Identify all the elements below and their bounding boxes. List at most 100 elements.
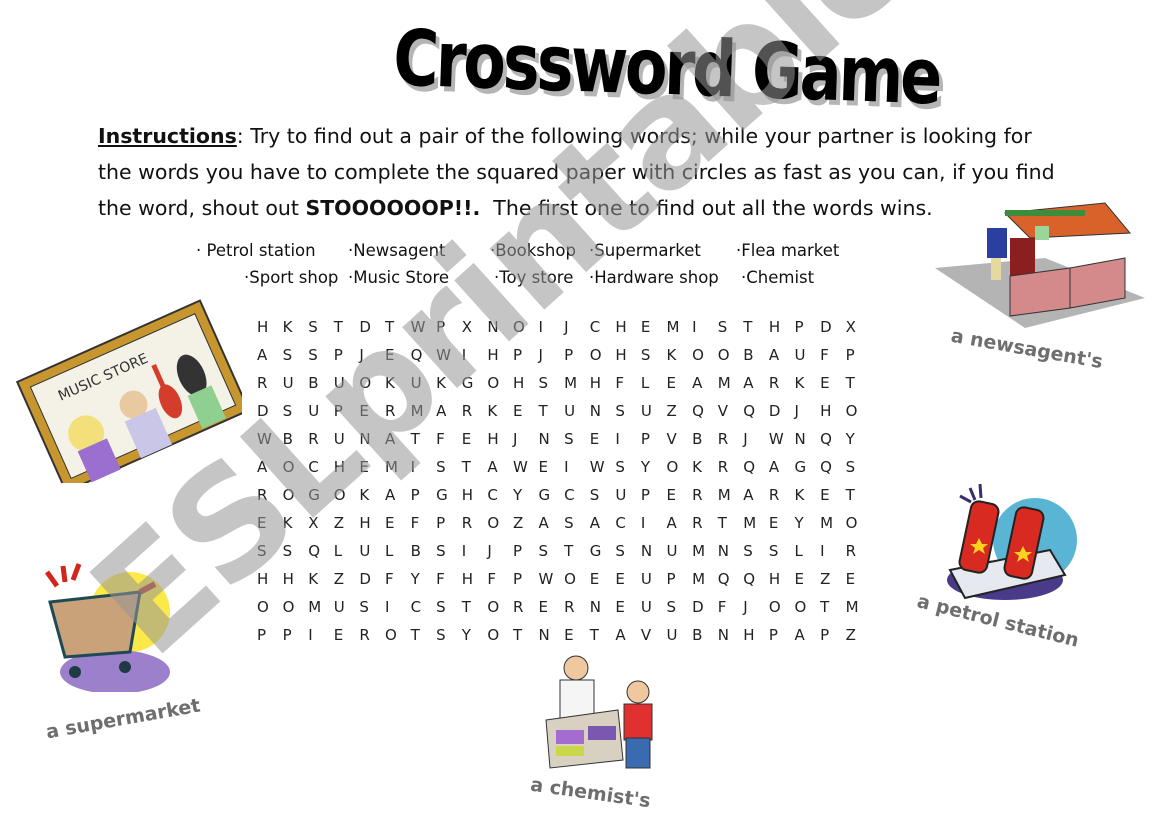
grid-letter: D — [692, 598, 704, 616]
grid-letter: A — [743, 486, 754, 504]
grid-letter: K — [308, 570, 319, 588]
grid-letter: S — [282, 402, 293, 420]
grid-letter: H — [487, 346, 499, 364]
grid-letter: P — [512, 542, 522, 560]
grid-letter: U — [564, 402, 576, 420]
grid-letter: P — [512, 570, 522, 588]
grid-letter: P — [436, 318, 446, 336]
grid-letter: L — [333, 542, 343, 560]
grid-letter: I — [384, 598, 390, 616]
grid-letter: N — [589, 402, 601, 420]
grid-letter: T — [410, 430, 420, 448]
grid-letter: H — [282, 570, 294, 588]
grid-letter: U — [666, 626, 678, 644]
grid-letter: H — [487, 430, 499, 448]
grid-letter: T — [461, 598, 471, 616]
grid-letter: J — [564, 318, 569, 336]
grid-letter: T — [512, 626, 523, 644]
grid-letter: A — [692, 374, 703, 392]
grid-letter: F — [410, 514, 420, 532]
grid-letter: C — [487, 486, 498, 504]
grid-letter: H — [461, 570, 474, 588]
grid-letter: E — [845, 570, 856, 588]
grid-letter: N — [794, 430, 806, 448]
grid-letter: P — [845, 346, 855, 364]
grid-letter: P — [564, 346, 574, 364]
grid-letter: T — [845, 374, 855, 392]
grid-letter: B — [743, 346, 754, 364]
grid-letter: Q — [820, 430, 832, 448]
word-bookshop: ·Bookshop — [490, 241, 576, 260]
grid-letter: C — [615, 514, 626, 532]
grid-letter: J — [538, 346, 543, 364]
grid-letter: I — [461, 346, 467, 364]
grid-letter: B — [282, 430, 293, 448]
grid-letter: Q — [743, 402, 756, 420]
grid-letter: P — [794, 318, 804, 336]
grid-letter: S — [615, 542, 625, 560]
grid-letter: A — [257, 458, 268, 476]
chemist-illustration — [545, 655, 653, 769]
grid-letter: E — [615, 598, 625, 616]
instructions-line-3b: The first one to find out all the words … — [480, 196, 933, 220]
grid-letter: S — [768, 542, 779, 560]
grid-letter: S — [282, 346, 293, 364]
supermarket-caption: a supermarket — [44, 694, 202, 744]
grid-letter: I — [615, 430, 620, 448]
grid-letter: O — [487, 626, 500, 644]
grid-letter: F — [717, 598, 727, 616]
grid-letter: K — [794, 374, 805, 392]
grid-letter: M — [717, 374, 731, 392]
grid-letter: S — [589, 486, 600, 504]
grid-letter: S — [615, 402, 625, 420]
grid-letter: E — [589, 570, 600, 588]
grid-letter: O — [282, 458, 295, 476]
grid-letter: H — [512, 374, 525, 392]
grid-letter: T — [333, 318, 343, 336]
grid-letter: R — [717, 430, 729, 448]
grid-letter: S — [257, 542, 267, 560]
grid-letter: V — [717, 402, 728, 420]
grid-letter: S — [538, 542, 549, 560]
grid-letter: O — [845, 402, 858, 420]
grid-letter: O — [845, 514, 858, 532]
grid-letter: E — [538, 598, 549, 616]
grid-letter: I — [640, 514, 646, 532]
grid-letter: P — [640, 430, 650, 448]
instructions-line-2: the words you have to complete the squar… — [98, 160, 1055, 184]
grid-letter: H — [768, 318, 781, 336]
grid-letter: K — [282, 514, 293, 532]
grid-letter: R — [692, 514, 703, 532]
grid-letter: Y — [512, 486, 523, 504]
grid-letter: I — [564, 458, 569, 476]
grid-letter: R — [717, 458, 729, 476]
grid-letter: S — [436, 626, 446, 644]
grid-letter: O — [564, 570, 576, 588]
grid-letter: E — [359, 402, 369, 420]
grid-letter: W — [436, 346, 451, 364]
grid-letter: N — [717, 626, 729, 644]
grid-letter: A — [768, 458, 780, 476]
grid-letter: Y — [461, 626, 471, 644]
grid-letter: J — [743, 430, 748, 448]
grid-letter: U — [640, 402, 652, 420]
grid-letter: E — [257, 514, 267, 532]
newsagent-caption: a newsagent's — [949, 324, 1105, 374]
grid-letter: E — [820, 374, 830, 392]
grid-letter: S — [282, 542, 293, 560]
grid-letter: O — [512, 318, 525, 336]
grid-letter: O — [282, 486, 295, 504]
grid-letter: Y — [845, 430, 855, 448]
grid-letter: M — [692, 570, 706, 588]
grid-letter: N — [717, 542, 729, 560]
grid-letter: H — [461, 486, 474, 504]
word-toy-store: ·Toy store — [494, 268, 574, 287]
grid-letter: G — [308, 486, 320, 504]
grid-letter: U — [640, 598, 652, 616]
grid-letter: D — [359, 318, 371, 336]
grid-letter: M — [410, 402, 424, 420]
grid-letter: J — [359, 346, 364, 364]
grid-letter: N — [589, 598, 601, 616]
grid-letter: Y — [640, 458, 651, 476]
grid-letter: E — [820, 486, 830, 504]
